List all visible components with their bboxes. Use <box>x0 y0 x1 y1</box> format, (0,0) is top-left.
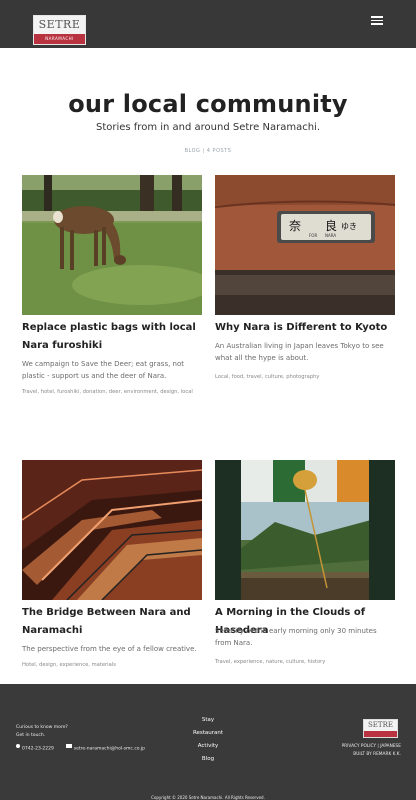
svg-text:良: 良 <box>325 218 337 233</box>
post-image-station-sign[interactable]: 奈 良 ゆき FOR NARA <box>215 175 395 315</box>
footer-copyright: Copyright © 2020 Setre Naramachi. All Ri… <box>151 795 265 800</box>
post-image-deer[interactable] <box>22 175 202 315</box>
footer-link-activity[interactable]: Activity <box>178 740 238 753</box>
post-excerpt: An Australian living in Japan leaves Tok… <box>215 342 384 362</box>
svg-text:NARA: NARA <box>325 233 336 238</box>
post-tags: Local, food, travel, culture, photograph… <box>215 374 320 380</box>
svg-text:FOR: FOR <box>309 233 317 238</box>
logo-text: SETRE <box>38 18 81 31</box>
hamburger-menu-icon[interactable] <box>371 16 383 26</box>
footer-logo[interactable]: SETRE <box>363 719 398 738</box>
mail-icon <box>65 744 72 752</box>
post-title[interactable]: The Bridge Between Nara and Naramachi <box>22 604 202 640</box>
footer-legal-line2[interactable]: BUILT BY REMARK K.K. <box>342 751 401 759</box>
footer-legal: PRIVACY POLICY | JAPANESE BUILT BY REMAR… <box>342 743 401 759</box>
site-footer: Curious to know more? Get in touch. 0742… <box>0 684 416 800</box>
footer-legal-line1[interactable]: PRIVACY POLICY | JAPANESE <box>342 743 401 751</box>
svg-text:奈: 奈 <box>289 219 301 233</box>
footer-contact: 0742-23-2229 setre-naramachi@hol-smc.co.… <box>16 744 145 754</box>
phone-icon <box>16 744 20 752</box>
footer-nav: Stay Restaurant Activity Blog <box>178 714 238 766</box>
post-tags: Hotel, design, experience, materials <box>22 662 116 668</box>
footer-cta-line1: Curious to know more? <box>16 725 68 730</box>
footer-phone[interactable]: 0742-23-2229 <box>22 747 54 752</box>
footer-cta: Curious to know more? Get in touch. <box>16 724 68 740</box>
footer-logo-bar <box>364 731 397 737</box>
footer-link-blog[interactable]: Blog <box>178 753 238 766</box>
page-title: our local community <box>68 90 348 118</box>
post-count: BLOG | 4 POSTS <box>184 148 232 154</box>
post-image-temple[interactable] <box>215 460 395 600</box>
footer-cta-line2: Get in touch. <box>16 733 46 738</box>
site-logo[interactable]: SETRE NARAMACHI <box>33 15 86 45</box>
logo-subtitle: NARAMACHI <box>34 34 85 44</box>
footer-link-restaurant[interactable]: Restaurant <box>178 727 238 740</box>
post-tags: Travel, experience, nature, culture, his… <box>215 659 326 665</box>
post-excerpt: The perspective from the eye of a fellow… <box>22 645 197 653</box>
footer-logo-text: SETRE <box>368 721 393 729</box>
page-subtitle: Stories from in and around Setre Naramac… <box>95 122 321 133</box>
post-image-staircase[interactable] <box>22 460 202 600</box>
post-tags: Travel, hotel, furoshiki, donation, deer… <box>22 389 193 395</box>
post-title[interactable]: Replace plastic bags with local Nara fur… <box>22 319 202 355</box>
svg-text:ゆき: ゆき <box>341 222 357 231</box>
post-title[interactable]: Why Nara is Different to Kyoto <box>215 319 395 337</box>
footer-link-stay[interactable]: Stay <box>178 714 238 727</box>
post-excerpt: We campaign to Save the Deer; eat grass,… <box>22 360 185 380</box>
footer-email[interactable]: setre-naramachi@hol-smc.co.jp <box>74 747 145 752</box>
site-header: SETRE NARAMACHI <box>0 0 416 48</box>
post-excerpt: Serenity of the early morning only 30 mi… <box>215 627 377 647</box>
